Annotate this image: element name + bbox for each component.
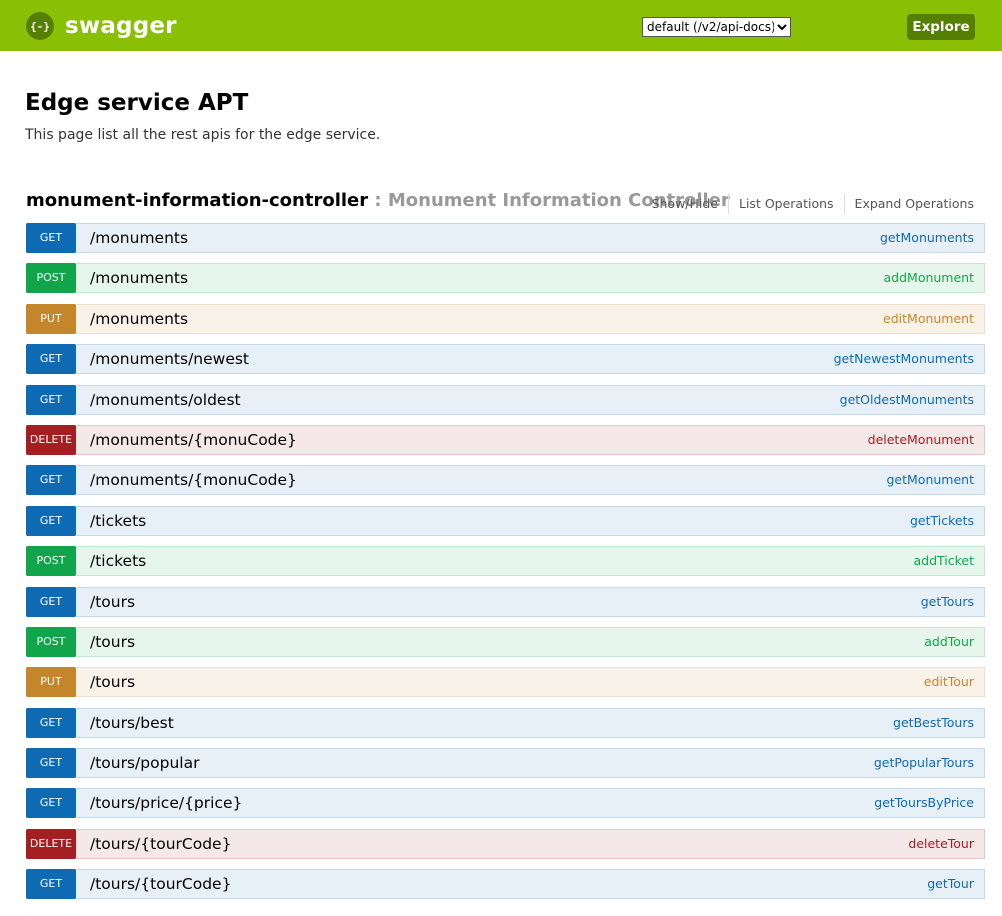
operation-path[interactable]: /tours	[90, 588, 135, 616]
operation-nickname[interactable]: getPopularTours	[874, 749, 974, 777]
operation-path[interactable]: /tickets	[90, 547, 146, 575]
operation-nickname[interactable]: addTour	[924, 628, 974, 656]
operation-nickname[interactable]: getBestTours	[893, 709, 974, 737]
operation-row[interactable]: PUT/monuments editMonument	[26, 303, 985, 334]
operation-path[interactable]: /monuments	[90, 224, 188, 252]
http-method-badge[interactable]: DELETE	[26, 828, 76, 859]
operation-path[interactable]: /tours/popular	[90, 749, 199, 777]
operation-path[interactable]: /monuments/oldest	[90, 386, 241, 414]
api-title: Edge service APT	[25, 90, 249, 116]
operation-row[interactable]: DELETE/tours/{tourCode} deleteTour	[26, 828, 985, 859]
http-method-badge[interactable]: POST	[26, 626, 76, 657]
operation-row[interactable]: PUT/tours editTour	[26, 667, 985, 698]
operation-row[interactable]: GET/tours/{tourCode} getTour	[26, 869, 985, 900]
operation-path[interactable]: /tours	[90, 668, 135, 696]
operation-path[interactable]: /tours	[90, 628, 135, 656]
operation-nickname[interactable]: getOldestMonuments	[840, 386, 974, 414]
http-method-badge[interactable]: GET	[26, 707, 76, 738]
operation-nickname[interactable]: getMonuments	[880, 224, 974, 252]
operation-nickname[interactable]: getTours	[921, 588, 974, 616]
operation-nickname[interactable]: editMonument	[883, 305, 974, 333]
operation-row[interactable]: GET/monuments getMonuments	[26, 223, 985, 253]
operation-row[interactable]: GET/monuments/{monuCode} getMonument	[26, 465, 985, 496]
operation-path[interactable]: /monuments/newest	[90, 345, 249, 373]
operation-row[interactable]: GET/monuments/newest getNewestMonuments	[26, 344, 985, 375]
operation-row[interactable]: DELETE/monuments/{monuCode} deleteMonumen…	[26, 424, 985, 455]
operation-path[interactable]: /monuments	[90, 305, 188, 333]
show-hide-link[interactable]: Show/Hide	[652, 194, 729, 214]
operation-nickname[interactable]: getTour	[927, 870, 974, 898]
operation-row[interactable]: GET/monuments/oldest getOldestMonuments	[26, 384, 985, 415]
operation-path[interactable]: /monuments/{monuCode}	[90, 426, 297, 454]
operation-row[interactable]: POST/tickets addTicket	[26, 546, 985, 577]
http-method-badge[interactable]: GET	[26, 788, 76, 819]
swagger-logo[interactable]: {-} swagger	[26, 12, 177, 40]
operation-row[interactable]: GET/tours getTours	[26, 586, 985, 617]
list-operations-link[interactable]: List Operations	[729, 194, 845, 214]
http-method-badge[interactable]: GET	[26, 869, 76, 900]
http-method-badge[interactable]: GET	[26, 505, 76, 536]
operation-row[interactable]: POST/tours addTour	[26, 626, 985, 657]
http-method-badge[interactable]: GET	[26, 465, 76, 496]
operation-path[interactable]: /monuments/{monuCode}	[90, 466, 297, 494]
http-method-badge[interactable]: DELETE	[26, 424, 76, 455]
operation-nickname[interactable]: deleteMonument	[868, 426, 974, 454]
explore-button[interactable]: Explore	[907, 14, 975, 40]
api-description: This page list all the rest apis for the…	[25, 127, 381, 143]
http-method-badge[interactable]: POST	[26, 546, 76, 577]
http-method-badge[interactable]: PUT	[26, 667, 76, 698]
resource-heading[interactable]: monument-information-controller : Monume…	[26, 188, 730, 213]
api-spec-select[interactable]: default (/v2/api-docs)	[642, 17, 791, 37]
operation-nickname[interactable]: getNewestMonuments	[834, 345, 974, 373]
operation-nickname[interactable]: addMonument	[884, 264, 975, 292]
http-method-badge[interactable]: POST	[26, 263, 76, 294]
expand-operations-link[interactable]: Expand Operations	[845, 194, 974, 214]
resource-name[interactable]: monument-information-controller	[26, 190, 368, 211]
operation-nickname[interactable]: getToursByPrice	[874, 789, 974, 817]
http-method-badge[interactable]: GET	[26, 223, 76, 253]
operation-path[interactable]: /tours/price/{price}	[90, 789, 242, 817]
http-method-badge[interactable]: GET	[26, 344, 76, 375]
http-method-badge[interactable]: GET	[26, 384, 76, 415]
http-method-badge[interactable]: GET	[26, 586, 76, 617]
swagger-logo-icon: {-}	[26, 12, 54, 40]
http-method-badge[interactable]: GET	[26, 748, 76, 779]
operations-list: GET/monuments getMonuments POST/monuments a…	[26, 223, 985, 910]
operation-row[interactable]: GET/tours/popular getPopularTours	[26, 748, 985, 779]
top-bar: {-} swagger default (/v2/api-docs) Explo…	[0, 0, 1002, 51]
operation-path[interactable]: /monuments	[90, 264, 188, 292]
operation-nickname[interactable]: editTour	[924, 668, 974, 696]
operation-nickname[interactable]: getMonument	[887, 466, 975, 494]
operation-row[interactable]: GET/tours/best getBestTours	[26, 707, 985, 738]
http-method-badge[interactable]: PUT	[26, 303, 76, 334]
operation-row[interactable]: POST/monuments addMonument	[26, 263, 985, 294]
operation-path[interactable]: /tours/{tourCode}	[90, 830, 231, 858]
operation-path[interactable]: /tours/best	[90, 709, 174, 737]
operation-nickname[interactable]: deleteTour	[908, 830, 974, 858]
operation-row[interactable]: GET/tickets getTickets	[26, 505, 985, 536]
operation-path[interactable]: /tickets	[90, 507, 146, 535]
resource-operations-links: Show/Hide List Operations Expand Operati…	[652, 194, 974, 214]
swagger-logo-text: swagger	[65, 13, 177, 39]
resource-separator: :	[368, 190, 388, 211]
operation-nickname[interactable]: addTicket	[913, 547, 974, 575]
operation-path[interactable]: /tours/{tourCode}	[90, 870, 231, 898]
operation-nickname[interactable]: getTickets	[910, 507, 974, 535]
operation-row[interactable]: GET/tours/price/{price} getToursByPrice	[26, 788, 985, 819]
